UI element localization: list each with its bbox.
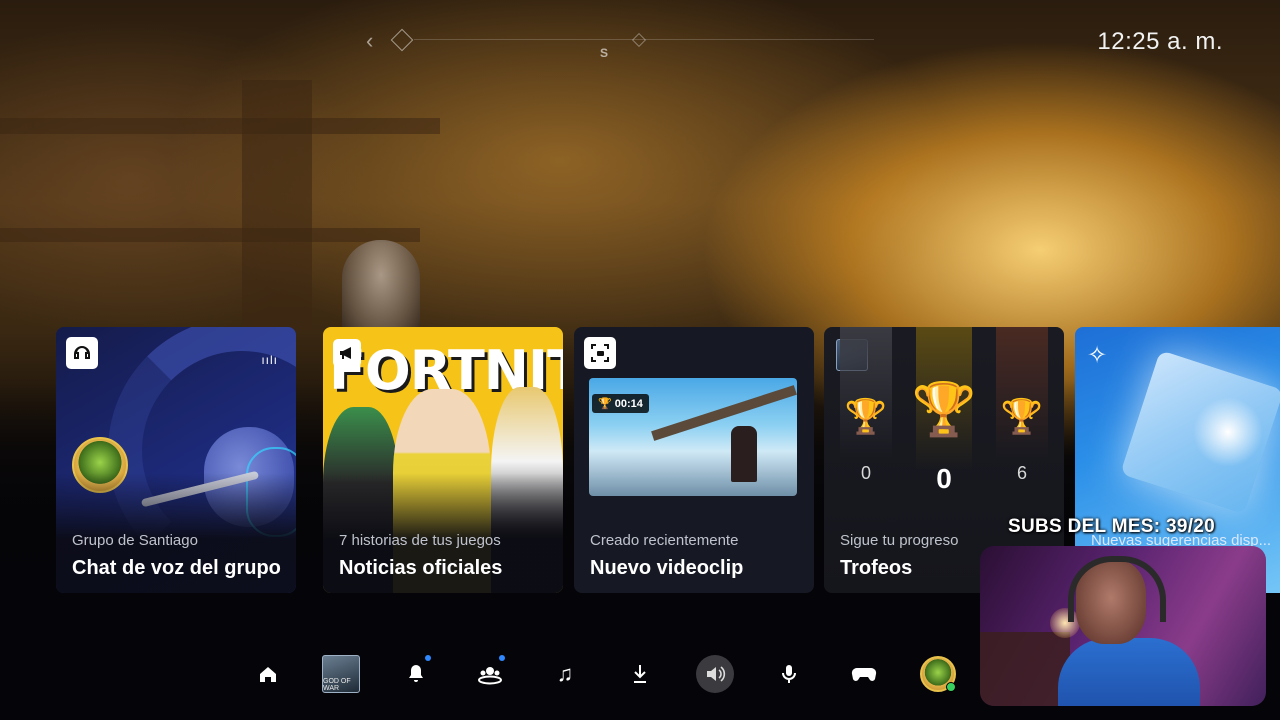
card-title: Nuevo videoclip	[590, 557, 744, 579]
notification-badge	[499, 655, 505, 661]
chevron-left-icon[interactable]: ‹	[366, 28, 373, 54]
card-subtitle: Grupo de Santiago	[72, 532, 198, 549]
mic-icon[interactable]	[769, 652, 809, 696]
background-beam	[0, 228, 420, 242]
clock: 12:25 a. m.	[1097, 28, 1223, 55]
clip-thumbnail: 🏆 00:14	[589, 378, 797, 496]
megaphone-icon	[333, 339, 361, 367]
diamond-icon	[390, 28, 414, 52]
profile-avatar-icon[interactable]	[918, 652, 958, 696]
game-god-of-war-icon[interactable]: GOD OF WAR	[321, 652, 361, 696]
gold-trophy-icon: 🏆	[911, 381, 977, 439]
bronze-trophy-count: 6	[1016, 463, 1027, 483]
music-icon[interactable]: ♫	[545, 652, 585, 696]
sound-icon[interactable]	[696, 655, 734, 693]
controller-icon[interactable]	[844, 652, 884, 696]
card-title: Chat de voz del grupo	[72, 557, 281, 579]
notification-badge	[425, 655, 431, 661]
streamer-headphones	[1068, 556, 1166, 622]
bronze-trophy-icon: 🏆	[1000, 398, 1044, 436]
game-base-icon[interactable]	[470, 652, 510, 696]
top-navigation: ‹ S	[362, 26, 882, 60]
thumbnail-detail	[651, 385, 797, 441]
home-icon[interactable]	[248, 652, 288, 696]
sparkle-wand-icon: ✧	[1087, 342, 1108, 369]
card-title: Trofeos	[840, 557, 913, 579]
gold-trophy-count: 0	[936, 463, 952, 494]
webcam-overlay	[980, 546, 1266, 706]
diamond-marker-icon	[631, 32, 647, 48]
background-pillar	[242, 80, 312, 330]
card-official-news[interactable]: FORTNITE 7 historias de tus juegos Notic…	[323, 327, 563, 593]
online-status-dot	[946, 682, 956, 692]
trophy-small-icon: 🏆	[598, 398, 615, 410]
streamer-body	[1058, 638, 1200, 706]
card-subtitle: 7 historias de tus juegos	[339, 532, 501, 549]
subs-counter-overlay: SUBS DEL MES: 39/20	[1008, 516, 1216, 537]
silver-trophy-icon: 🏆	[844, 398, 888, 436]
avatar	[920, 656, 956, 692]
voice-activity-icon: ıılı	[261, 353, 278, 367]
clip-duration: 🏆 00:14	[592, 394, 649, 413]
card-voice-chat[interactable]: ıılı Grupo de Santiago Chat de voz del g…	[56, 327, 296, 593]
nav-letter: S	[600, 46, 609, 60]
gold-trophy-column: 🏆 0	[912, 327, 976, 517]
card-subtitle: Sigue tu progreso	[840, 532, 959, 549]
background-beam	[0, 118, 440, 134]
card-subtitle: Creado recientemente	[590, 532, 739, 549]
card-title: Noticias oficiales	[339, 557, 503, 579]
notifications-icon[interactable]	[396, 652, 436, 696]
capture-icon	[584, 337, 616, 369]
silver-trophy-count: 0	[860, 463, 871, 483]
clip-duration-value: 00:14	[614, 398, 643, 410]
kratos-figure	[342, 240, 420, 340]
thumbnail-character	[731, 426, 757, 482]
cube-glow	[1193, 397, 1263, 467]
webcam-shelf	[980, 632, 1070, 706]
card-new-videoclip[interactable]: 🏆 00:14 Creado recientemente Nuevo video…	[574, 327, 814, 593]
control-center-dock: GOD OF WAR ♫	[248, 652, 978, 696]
downloads-icon[interactable]	[620, 652, 660, 696]
silver-trophy-column: 🏆 0	[840, 327, 892, 517]
headset-icon	[66, 337, 98, 369]
bronze-trophy-column: 🏆 6	[996, 327, 1048, 517]
game-icon-tile: GOD OF WAR	[322, 655, 360, 693]
